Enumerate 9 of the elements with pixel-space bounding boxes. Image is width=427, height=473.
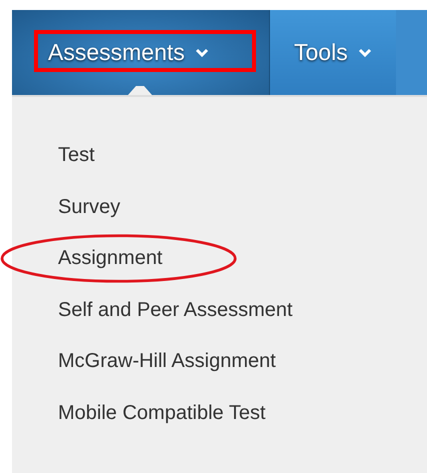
menu-tab[interactable]: Tools	[270, 10, 396, 95]
menu-tab[interactable]: Assessments	[12, 10, 270, 95]
chevron-icon	[194, 48, 209, 58]
menu-item[interactable]: Survey	[58, 196, 120, 219]
menu-item[interactable]: McGraw-Hill Assignment	[58, 350, 276, 374]
chevron-icon	[358, 48, 372, 58]
menu-item[interactable]: Self and Peer Assessment	[58, 298, 293, 322]
menu-item[interactable]: Test	[58, 144, 95, 168]
menu-item[interactable]: Mobile Compatible Test	[58, 402, 266, 425]
